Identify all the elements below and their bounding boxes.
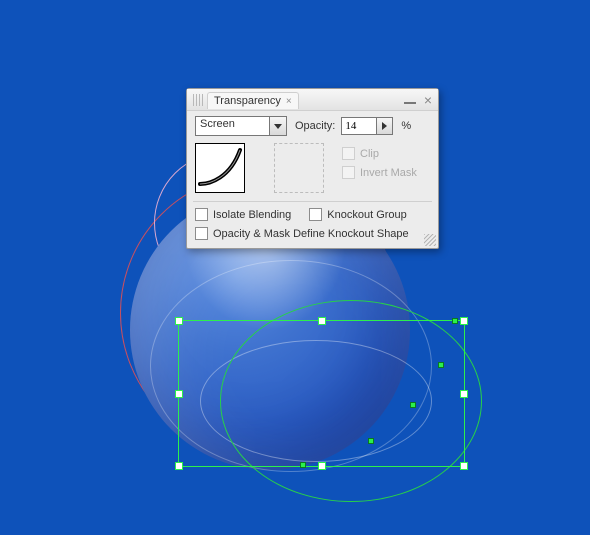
checkbox-icon[interactable] (195, 227, 208, 240)
checkbox-icon (342, 166, 355, 179)
opacity-field[interactable] (341, 117, 393, 135)
invert-mask-label: Invert Mask (360, 167, 417, 179)
isolate-blending-checkbox[interactable]: Isolate Blending (195, 208, 291, 221)
selection-handle[interactable] (175, 317, 183, 325)
clip-checkbox: Clip (342, 147, 417, 160)
chevron-down-icon (274, 124, 282, 129)
checkbox-icon[interactable] (309, 208, 322, 221)
illustrator-canvas[interactable]: Transparency × × Screen Opacity: % (0, 0, 590, 535)
transparency-panel[interactable]: Transparency × × Screen Opacity: % (186, 88, 439, 249)
panel-tab-transparency[interactable]: Transparency × (207, 92, 299, 109)
selection-handle[interactable] (460, 462, 468, 470)
panel-row-blend: Screen Opacity: % (187, 111, 438, 139)
knockout-group-label: Knockout Group (327, 209, 407, 221)
panel-close-icon[interactable]: × (424, 94, 432, 106)
anchor-point[interactable] (368, 438, 374, 444)
clip-label: Clip (360, 148, 379, 160)
panel-row-isolate: Isolate Blending Knockout Group (187, 204, 438, 225)
panel-divider (193, 201, 432, 202)
opacity-mask-define-checkbox[interactable]: Opacity & Mask Define Knockout Shape (195, 227, 430, 240)
selection-handle[interactable] (175, 390, 183, 398)
panel-row-thumbs: Clip Invert Mask (187, 139, 438, 199)
blend-mode-value: Screen (196, 117, 269, 135)
link-mask-icon[interactable] (255, 161, 264, 175)
panel-resize-grip-icon[interactable] (424, 234, 436, 246)
mask-thumbnail-empty[interactable] (274, 143, 324, 193)
selection-handle[interactable] (460, 317, 468, 325)
selection-bounding-box[interactable] (178, 320, 465, 467)
object-thumbnail[interactable] (195, 143, 245, 193)
selection-handle[interactable] (175, 462, 183, 470)
tab-close-icon[interactable]: × (286, 96, 292, 107)
selection-handle[interactable] (318, 462, 326, 470)
panel-minimize-icon[interactable] (404, 102, 416, 104)
isolate-blending-label: Isolate Blending (213, 209, 291, 221)
selection-handle[interactable] (460, 390, 468, 398)
knockout-group-checkbox[interactable]: Knockout Group (309, 208, 407, 221)
panel-titlebar[interactable]: Transparency × × (187, 89, 438, 111)
anchor-point[interactable] (410, 402, 416, 408)
checkbox-icon[interactable] (195, 208, 208, 221)
blend-mode-select[interactable]: Screen (195, 116, 287, 136)
selection-handle[interactable] (318, 317, 326, 325)
checkbox-icon (342, 147, 355, 160)
opacity-unit: % (401, 120, 411, 132)
opacity-label: Opacity: (295, 120, 335, 132)
chevron-right-icon (382, 122, 387, 130)
anchor-point[interactable] (300, 462, 306, 468)
opacity-input[interactable] (341, 117, 376, 135)
panel-row-opacity-mask-define: Opacity & Mask Define Knockout Shape (187, 225, 438, 248)
panel-gripper-icon[interactable] (193, 94, 203, 106)
opacity-stepper[interactable] (376, 117, 393, 135)
panel-title: Transparency (214, 95, 281, 107)
dropdown-button[interactable] (269, 117, 286, 135)
anchor-point[interactable] (438, 362, 444, 368)
invert-mask-checkbox: Invert Mask (342, 166, 417, 179)
anchor-point[interactable] (452, 318, 458, 324)
opacity-mask-define-label: Opacity & Mask Define Knockout Shape (213, 228, 409, 240)
